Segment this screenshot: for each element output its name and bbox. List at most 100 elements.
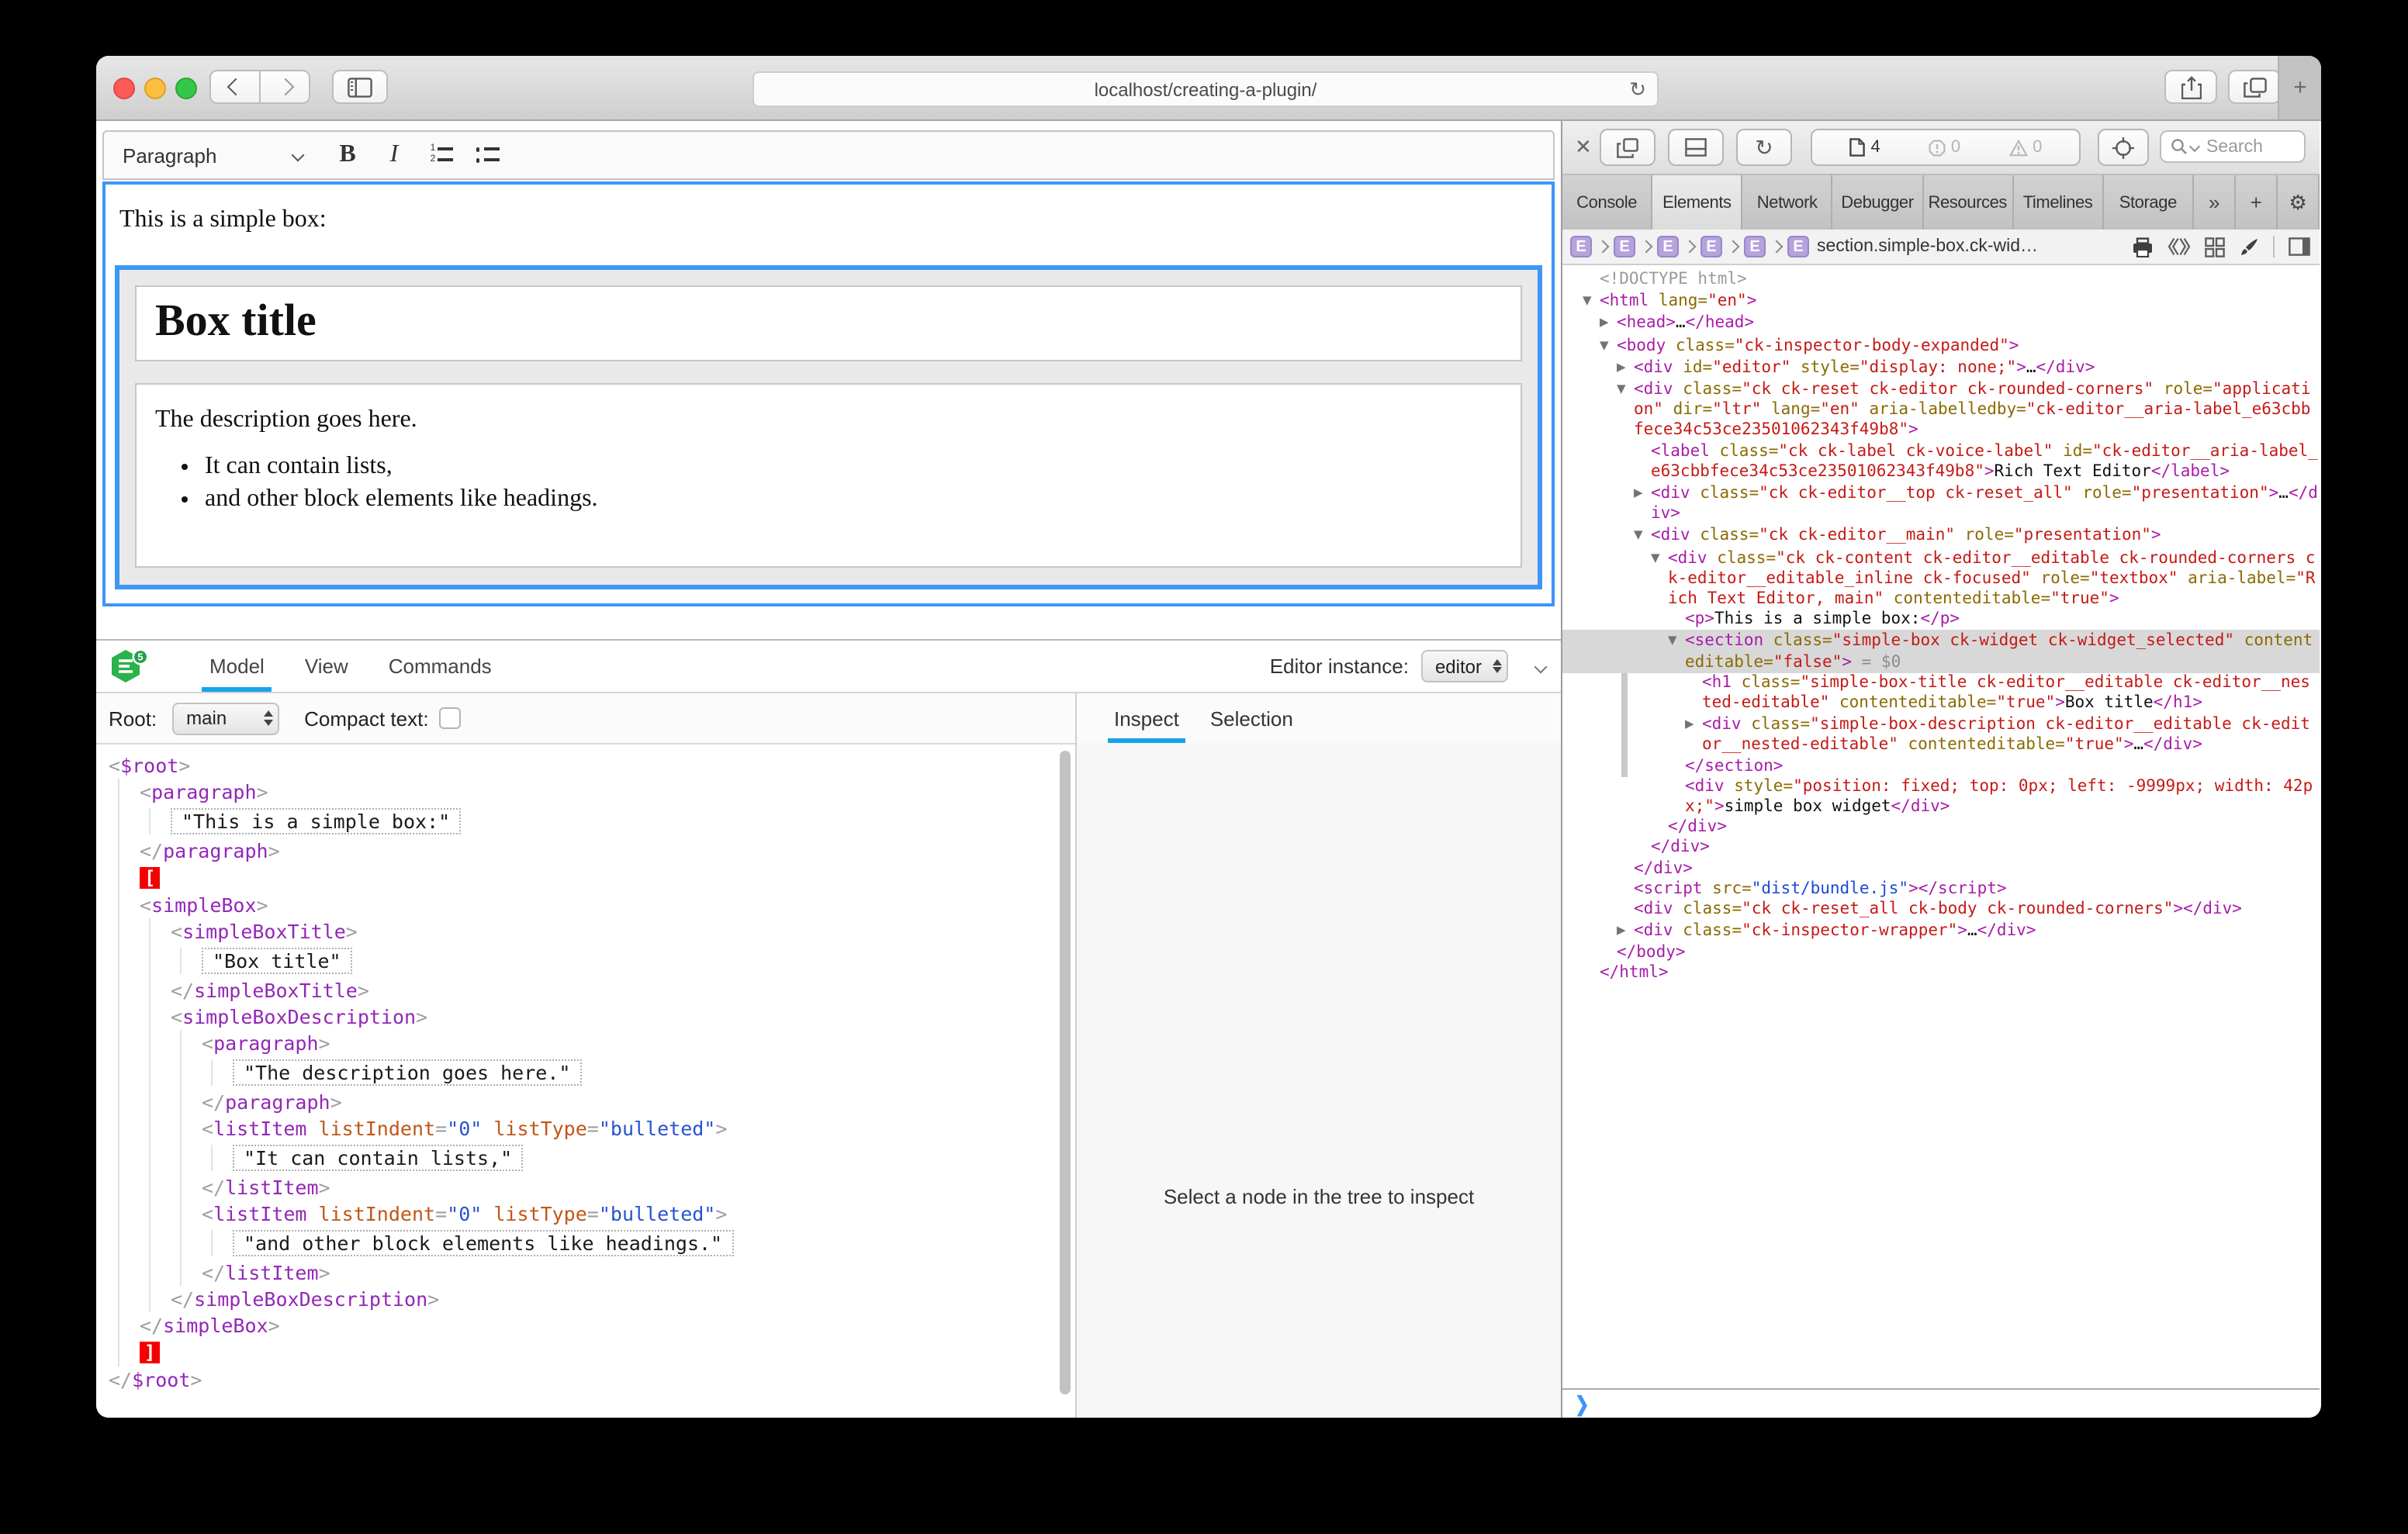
root-select[interactable]: main <box>172 702 279 734</box>
tab-commands[interactable]: Commands <box>368 641 512 692</box>
tab-selection[interactable]: Selection <box>1195 707 1309 743</box>
devtools-tab-resources[interactable]: Resources <box>1923 175 2013 230</box>
tab-model[interactable]: Model <box>189 641 285 692</box>
layout-grid-button[interactable] <box>2205 237 2225 257</box>
disclosure-triangle-icon[interactable]: ▶ <box>1617 921 1634 941</box>
tree-close-tag[interactable]: </paragraph> <box>202 1089 1075 1115</box>
disclosure-triangle-icon[interactable]: ▶ <box>1634 482 1651 503</box>
simple-box-widget[interactable]: Box title The description goes here. It … <box>115 265 1542 589</box>
element-badge[interactable]: E <box>1787 236 1809 257</box>
dom-tree-line[interactable]: ▼<div class="ck ck-content ck-editor__ed… <box>1562 547 2320 610</box>
editor-editable-area[interactable]: This is a simple box: Box title The desc… <box>102 181 1555 606</box>
tree-text-node[interactable]: "It can contain lists," <box>233 1145 1075 1171</box>
dom-tree-line[interactable]: <div style="position: fixed; top: 0px; l… <box>1562 777 2320 818</box>
dom-tree-line[interactable]: <!DOCTYPE html> <box>1562 270 2320 290</box>
description-list[interactable]: It can contain lists, and other block ele… <box>137 453 1521 513</box>
tree-open-tag[interactable]: <simpleBoxTitle> <box>171 918 1075 945</box>
dom-tree-line[interactable]: <div class="ck ck-reset_all ck-body ck-r… <box>1562 900 2320 920</box>
devtools-tab-network[interactable]: Network <box>1743 175 1833 230</box>
tree-open-tag[interactable]: <listItem listIndent="0" listType="bulle… <box>202 1201 1075 1227</box>
dom-tree-line[interactable]: <h1 class="simple-box-title ck-editor__e… <box>1562 673 2320 714</box>
more-tabs-button[interactable]: » <box>2194 175 2236 230</box>
dom-tree-line[interactable]: ▼<body class="ck-inspector-body-expanded… <box>1562 334 2320 356</box>
show-source-button[interactable] <box>2168 237 2191 256</box>
close-window-button[interactable] <box>113 78 135 99</box>
tree-close-tag[interactable]: </listItem> <box>202 1174 1075 1201</box>
element-badge[interactable]: E <box>1657 236 1679 257</box>
dom-tree-line[interactable]: ▶<div class="ck ck-editor__top ck-reset_… <box>1562 482 2320 525</box>
disclosure-triangle-icon[interactable]: ▼ <box>1651 547 1668 567</box>
dom-tree-line[interactable]: ▶<div class="simple-box-description ck-e… <box>1562 714 2320 757</box>
intro-paragraph[interactable]: This is a simple box: <box>106 206 1552 234</box>
devtools-tab-storage[interactable]: Storage <box>2104 175 2194 230</box>
dom-tree-line[interactable]: ▶<div id="editor" style="display: none;"… <box>1562 357 2320 378</box>
devtools-tab-console[interactable]: Console <box>1562 175 1652 230</box>
list-item[interactable]: and other block elements like headings. <box>205 485 1521 513</box>
tree-close-tag[interactable]: </simpleBoxDescription> <box>171 1286 1075 1312</box>
address-bar[interactable]: localhost/creating-a-plugin/ ↻ <box>752 71 1659 107</box>
styles-editor-button[interactable] <box>2239 237 2259 257</box>
tree-open-tag[interactable]: <paragraph> <box>140 779 1075 805</box>
back-button[interactable] <box>209 70 261 104</box>
disclosure-triangle-icon[interactable]: ▼ <box>1583 290 1600 310</box>
breadcrumb-selected-node[interactable]: section.simple-box.ck-wid… <box>1817 237 2038 256</box>
heading-dropdown[interactable]: Paragraph <box>104 143 324 167</box>
minimize-window-button[interactable] <box>144 78 166 99</box>
tree-close-tag[interactable]: </paragraph> <box>140 838 1075 864</box>
element-badge[interactable]: E <box>1744 236 1766 257</box>
dom-tree-line[interactable]: ▼<div class="ck ck-reset ck-editor ck-ro… <box>1562 378 2320 441</box>
element-badge[interactable]: E <box>1700 236 1722 257</box>
box-title-text[interactable]: Box title <box>155 296 1521 347</box>
disclosure-triangle-icon[interactable]: ▼ <box>1600 334 1617 354</box>
new-tab-button[interactable]: + <box>2278 56 2321 119</box>
tree-close-tag[interactable]: </listItem> <box>202 1259 1075 1286</box>
dom-tree-line[interactable]: ▶<div class="ck-inspector-wrapper">…</di… <box>1562 921 2320 942</box>
element-picker-button[interactable] <box>2098 129 2149 166</box>
bold-button[interactable]: B <box>324 141 371 169</box>
simple-box-description-field[interactable]: The description goes here. It can contai… <box>135 383 1522 568</box>
reload-page-button[interactable]: ↻ <box>1736 129 1792 166</box>
devtools-tab-debugger[interactable]: Debugger <box>1833 175 1923 230</box>
bulleted-list-button[interactable] <box>464 141 510 169</box>
details-sidebar-toggle[interactable] <box>2289 237 2310 256</box>
detach-devtools-button[interactable] <box>1600 129 1656 166</box>
dock-bottom-button[interactable] <box>1668 129 1724 166</box>
editor-instance-select[interactable]: editor <box>1421 650 1508 682</box>
element-badge[interactable]: E <box>1570 236 1592 257</box>
tree-close-tag[interactable]: </simpleBox> <box>140 1312 1075 1339</box>
tree-text-node[interactable]: "Box title" <box>202 948 1075 974</box>
forward-button[interactable] <box>259 70 310 104</box>
resource-summary-control[interactable]: 4 0 <box>1811 129 2081 166</box>
tree-text-node[interactable]: "This is a simple box:" <box>171 808 1075 834</box>
tab-view[interactable]: View <box>285 641 368 692</box>
dom-tree-line[interactable]: <label class="ck ck-label ck-voice-label… <box>1562 441 2320 482</box>
disclosure-triangle-icon[interactable]: ▼ <box>1634 525 1651 545</box>
dom-tree-line[interactable]: ▼<div class="ck ck-editor__main" role="p… <box>1562 525 2320 547</box>
simple-box-title-field[interactable]: Box title <box>135 285 1522 361</box>
dom-tree-line[interactable]: ▶<head>…</head> <box>1562 313 2320 334</box>
tree-text-node[interactable]: "and other block elements like headings.… <box>233 1230 1075 1256</box>
dom-tree-line[interactable]: <p>This is a simple box:</p> <box>1562 610 2320 631</box>
selected-dom-node[interactable]: ▼<section class="simple-box ck-widget ck… <box>1562 631 2320 673</box>
disclosure-triangle-icon[interactable]: ▶ <box>1600 313 1617 333</box>
italic-button[interactable]: I <box>371 141 417 169</box>
print-styles-button[interactable] <box>2132 237 2154 257</box>
list-item[interactable]: It can contain lists, <box>205 453 1521 481</box>
disclosure-triangle-icon[interactable]: ▶ <box>1617 357 1634 377</box>
reload-icon[interactable]: ↻ <box>1629 78 1646 102</box>
share-button[interactable] <box>2164 70 2217 104</box>
tree-text-node[interactable]: "The description goes here." <box>233 1059 1075 1086</box>
element-badge[interactable]: E <box>1614 236 1635 257</box>
gear-icon[interactable]: ⚙ <box>2278 175 2320 230</box>
disclosure-triangle-icon[interactable]: ▶ <box>1685 714 1702 734</box>
tab-overview-button[interactable] <box>2228 70 2281 104</box>
tree-open-tag[interactable]: <simpleBox> <box>140 892 1075 918</box>
collapse-inspector-icon[interactable] <box>1534 660 1548 673</box>
tree-open-tag[interactable]: <simpleBoxDescription> <box>171 1004 1075 1030</box>
dom-tree-line[interactable]: ▼<html lang="en"> <box>1562 290 2320 312</box>
devtools-tab-elements[interactable]: Elements <box>1652 175 1742 230</box>
dom-tree-line[interactable]: </html> <box>1562 962 2320 983</box>
dom-tree-line[interactable]: </div> <box>1562 838 2320 859</box>
dom-tree-line[interactable]: </body> <box>1562 942 2320 962</box>
description-text[interactable]: The description goes here. <box>155 406 1521 434</box>
